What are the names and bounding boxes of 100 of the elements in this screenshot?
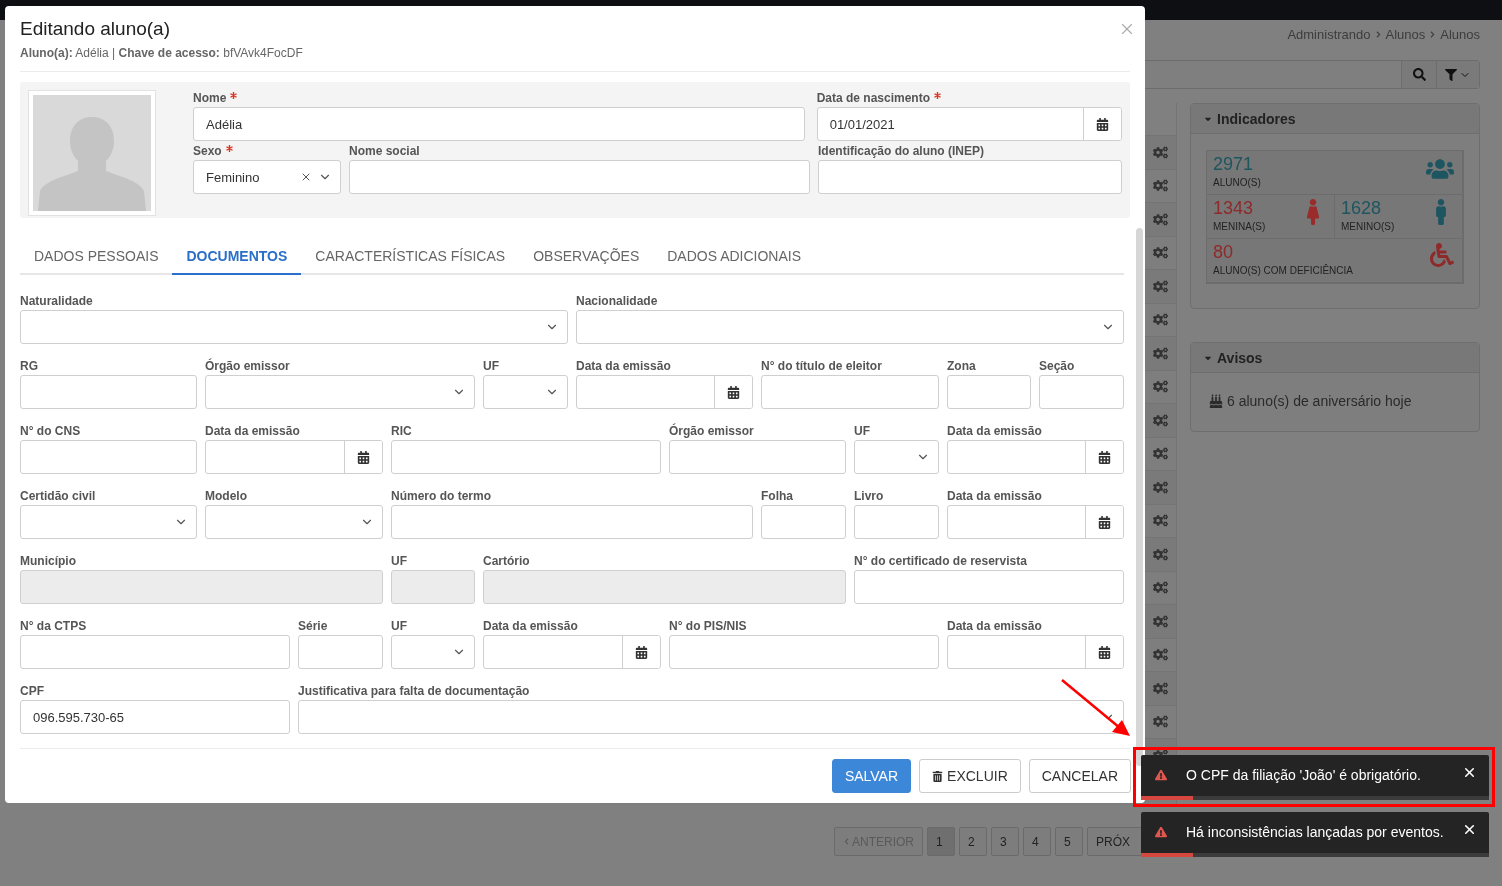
dialog-title: Editando aluno(a) — [20, 18, 170, 40]
tab[interactable]: DOCUMENTOS — [172, 239, 302, 275]
text-field[interactable] — [669, 440, 846, 474]
dropdown-field[interactable] — [205, 375, 475, 409]
breadcrumb-item[interactable]: Alunos — [1385, 26, 1426, 42]
gears-icon[interactable] — [1152, 613, 1168, 629]
gears-icon[interactable] — [1152, 546, 1168, 562]
breadcrumb-item[interactable]: Administrando — [1287, 26, 1371, 42]
dropdown-field[interactable] — [20, 505, 197, 539]
field-label: Data da emissão — [947, 488, 1043, 505]
field-label: N° do título de eleitor — [761, 358, 883, 375]
gears-icon[interactable] — [1152, 580, 1168, 596]
field-label: Número do termo — [391, 488, 492, 505]
text-field[interactable]: 096.595.730-65 — [20, 700, 290, 734]
date-field[interactable] — [947, 505, 1124, 539]
text-field[interactable] — [391, 440, 661, 474]
close-button[interactable] — [1462, 822, 1477, 837]
tab[interactable]: OBSERVAÇÕES — [519, 239, 654, 275]
save-button[interactable]: SALVAR — [831, 759, 912, 793]
text-field[interactable] — [349, 160, 810, 194]
field-label: UF — [391, 553, 408, 570]
text-field[interactable]: Adélia — [193, 107, 805, 141]
dropdown-field[interactable] — [205, 505, 383, 539]
text-field[interactable] — [761, 505, 846, 539]
page-button[interactable]: 2 — [959, 827, 987, 856]
text-field[interactable] — [818, 160, 1122, 194]
text-field[interactable] — [391, 505, 753, 539]
date-field[interactable] — [947, 635, 1124, 669]
tab[interactable]: DADOS PESSOAIS — [20, 239, 173, 275]
gears-icon[interactable] — [1152, 312, 1168, 328]
scrollbar-thumb[interactable] — [1136, 228, 1143, 766]
field-label: Nome social — [349, 143, 421, 160]
gears-icon[interactable] — [1152, 513, 1168, 529]
text-field[interactable] — [298, 635, 383, 669]
gears-icon[interactable] — [1152, 479, 1168, 495]
dropdown-field[interactable] — [20, 310, 568, 344]
text-field[interactable] — [854, 505, 939, 539]
date-field[interactable] — [576, 375, 753, 409]
calendar-icon — [1098, 450, 1111, 464]
gears-icon[interactable] — [1152, 144, 1168, 160]
cancel-button[interactable]: CANCELAR — [1028, 759, 1131, 793]
dropdown-field[interactable] — [483, 375, 568, 409]
text-field[interactable] — [854, 570, 1124, 604]
gears-icon[interactable] — [1152, 412, 1168, 428]
gears-icon[interactable] — [1152, 714, 1168, 730]
page-button[interactable]: 3 — [991, 827, 1019, 856]
dropdown-field[interactable] — [576, 310, 1124, 344]
gears-icon[interactable] — [1152, 647, 1168, 663]
text-field[interactable] — [947, 375, 1031, 409]
delete-button[interactable]: EXCLUIR — [919, 759, 1021, 793]
breadcrumb-item[interactable]: Alunos — [1440, 26, 1480, 42]
stat-value: 1628 — [1341, 197, 1382, 219]
field-label: Data da emissão — [205, 423, 301, 440]
text-field[interactable] — [669, 635, 939, 669]
text-field[interactable] — [761, 375, 939, 409]
text-field[interactable] — [20, 375, 197, 409]
calendar-button[interactable] — [1085, 441, 1123, 473]
gears-icon[interactable] — [1152, 211, 1168, 227]
gears-icon[interactable] — [1152, 345, 1168, 361]
text-field[interactable] — [20, 635, 290, 669]
gears-icon[interactable] — [1152, 680, 1168, 696]
calendar-button[interactable] — [1085, 506, 1123, 538]
search-icon — [1412, 68, 1426, 81]
page-button[interactable]: 5 — [1055, 827, 1083, 856]
gears-icon[interactable] — [1152, 245, 1168, 261]
tab[interactable]: DADOS ADICIONAIS — [653, 239, 816, 275]
search-button[interactable] — [1401, 61, 1436, 88]
date-field[interactable]: 01/01/2021 — [816, 107, 1122, 141]
field-label: Data de nascimento — [816, 90, 1122, 107]
field-label: Justificativa para falta de documentação — [298, 683, 531, 700]
gears-icon[interactable] — [1152, 178, 1168, 194]
field-label: Folha — [761, 488, 794, 505]
date-field[interactable] — [483, 635, 661, 669]
text-field[interactable] — [20, 440, 197, 474]
dropdown-field[interactable] — [854, 440, 939, 474]
gears-icon[interactable] — [1152, 446, 1168, 462]
filter-button[interactable] — [1436, 61, 1479, 88]
calendar-button[interactable] — [344, 441, 382, 473]
date-field[interactable] — [205, 440, 383, 474]
dropdown-field[interactable] — [391, 635, 475, 669]
field-label: UF — [483, 358, 500, 375]
field-label: N° da CTPS — [20, 618, 88, 635]
calendar-icon — [635, 645, 648, 659]
dropdown-field[interactable]: Feminino — [193, 160, 341, 194]
dropdown-field[interactable] — [298, 700, 1124, 734]
close-button[interactable] — [1462, 765, 1477, 780]
dialog-subtitle: Aluno(a): Adélia | Chave de acesso: bfVAvk4FocDF — [20, 46, 304, 60]
calendar-button[interactable] — [622, 636, 660, 668]
calendar-button[interactable] — [714, 376, 752, 408]
calendar-button[interactable] — [1085, 636, 1123, 668]
tab[interactable]: CARACTERÍSTICAS FÍSICAS — [301, 239, 520, 275]
text-field[interactable] — [1039, 375, 1124, 409]
field-label: Órgão emissor — [669, 423, 755, 440]
calendar-button[interactable] — [1083, 108, 1121, 140]
date-field[interactable] — [947, 440, 1124, 474]
gears-icon[interactable] — [1152, 379, 1168, 395]
page-button[interactable]: 4 — [1023, 827, 1051, 856]
gears-icon[interactable] — [1152, 278, 1168, 294]
page-button[interactable]: 1 — [927, 827, 955, 856]
field-label: Seção — [1039, 358, 1076, 375]
